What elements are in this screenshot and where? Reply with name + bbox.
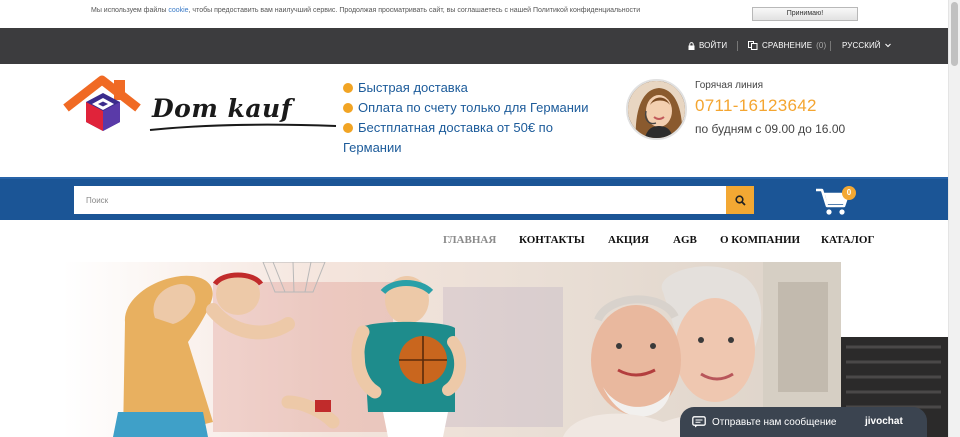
bullet-icon bbox=[343, 103, 353, 113]
feature-text-continuation: Германии bbox=[343, 140, 402, 155]
support-avatar bbox=[626, 79, 687, 140]
page: Мы используем файлы cookie, чтобы предос… bbox=[0, 0, 960, 437]
cookie-link[interactable]: cookie bbox=[168, 7, 188, 14]
feature-list: Быстрая доставка Оплата по счету только … bbox=[343, 78, 603, 158]
bullet-icon bbox=[343, 83, 353, 93]
nav-item-contacts[interactable]: КОНТАКТЫ bbox=[519, 234, 585, 246]
compare-icon bbox=[748, 41, 758, 50]
chat-widget[interactable]: Отправьте нам сообщение jivochat bbox=[680, 407, 927, 437]
search-input[interactable] bbox=[74, 186, 726, 214]
main-nav: ГЛАВНАЯ КОНТАКТЫ АКЦИЯ AGB О КОМПАНИИ КА… bbox=[0, 220, 948, 262]
scrollbar-thumb[interactable] bbox=[951, 2, 958, 66]
logo-underline bbox=[149, 123, 337, 131]
lock-icon bbox=[688, 41, 695, 50]
logo-house-icon bbox=[63, 75, 141, 131]
feature-text: Бестплатная доставка от 50€ по bbox=[358, 120, 553, 135]
nav-item-about[interactable]: О КОМПАНИИ bbox=[720, 234, 800, 246]
working-hours: по будням с 09.00 до 16.00 bbox=[695, 122, 846, 136]
nav-item-home[interactable]: ГЛАВНАЯ bbox=[443, 234, 496, 246]
chevron-down-icon bbox=[884, 43, 891, 48]
feature-text: Быстрая доставка bbox=[358, 80, 468, 95]
divider bbox=[737, 41, 738, 51]
language-label: РУССКИЙ bbox=[842, 41, 881, 50]
cookie-text-after: , чтобы предоставить вам наилучший серви… bbox=[188, 7, 641, 14]
chat-brand: jivochat bbox=[865, 416, 903, 427]
logo-text: Dom kauf bbox=[152, 94, 292, 123]
phone-number[interactable]: 0711-16123642 bbox=[695, 96, 817, 116]
divider bbox=[830, 41, 831, 51]
feature-text: Оплата по счету только для Германии bbox=[358, 100, 589, 115]
compare-label: СРАВНЕНИЕ bbox=[762, 41, 813, 50]
feature-item: Бестплатная доставка от 50€ по bbox=[343, 118, 603, 138]
cookie-text-before: Мы используем файлы bbox=[91, 7, 169, 14]
login-label: ВОЙТИ bbox=[699, 41, 728, 50]
search-bar: 0 bbox=[0, 177, 948, 220]
feature-item: Быстрая доставка bbox=[343, 78, 603, 98]
site-header: Dom kauf Быстрая доставка Оплата по счет… bbox=[0, 64, 948, 177]
compare-count: (0) bbox=[816, 41, 827, 50]
nav-item-agb[interactable]: AGB bbox=[673, 234, 697, 246]
search-button[interactable] bbox=[726, 186, 754, 214]
top-bar: ВОЙТИ СРАВНЕНИЕ (0) РУССКИЙ bbox=[0, 28, 948, 64]
site-logo[interactable]: Dom kauf bbox=[62, 74, 337, 144]
language-selector[interactable]: РУССКИЙ bbox=[842, 41, 891, 50]
feature-item: Оплата по счету только для Германии bbox=[343, 98, 603, 118]
hotline-label: Горячая линия bbox=[695, 80, 764, 91]
cookie-text: Мы используем файлы cookie, чтобы предос… bbox=[91, 7, 640, 14]
nav-item-catalog[interactable]: КАТАЛОГ bbox=[821, 234, 874, 246]
bullet-icon bbox=[343, 123, 353, 133]
compare-link[interactable]: СРАВНЕНИЕ (0) bbox=[748, 41, 826, 50]
page-scrollbar[interactable] bbox=[948, 0, 960, 437]
cookie-banner: Мы используем файлы cookie, чтобы предос… bbox=[0, 0, 948, 28]
cart-count-badge: 0 bbox=[842, 186, 856, 200]
chat-icon bbox=[692, 416, 706, 428]
search-icon bbox=[734, 194, 746, 206]
nav-item-sale[interactable]: АКЦИЯ bbox=[608, 234, 649, 246]
cookie-accept-button[interactable]: Принимаю! bbox=[752, 7, 858, 21]
login-link[interactable]: ВОЙТИ bbox=[688, 41, 727, 50]
chat-label: Отправьте нам сообщение bbox=[712, 417, 837, 428]
